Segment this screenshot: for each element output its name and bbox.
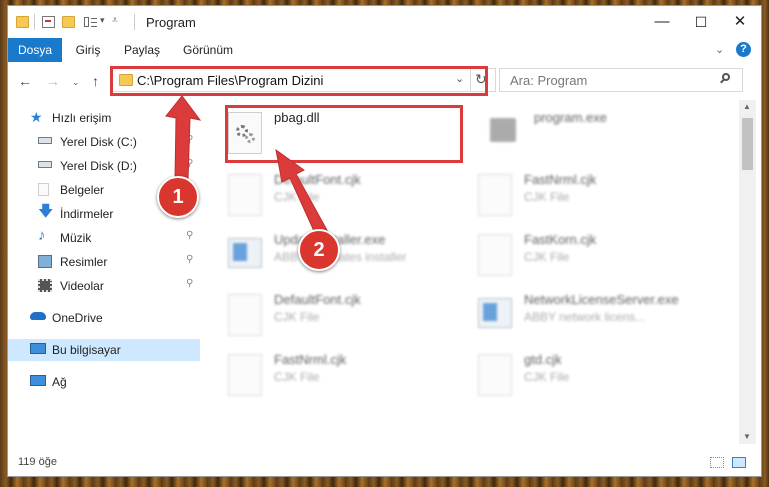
arrow-1 (165, 95, 202, 181)
step-badge-2: 2 (298, 229, 340, 271)
arrow-2 (275, 148, 329, 241)
step-badge-1: 1 (157, 176, 199, 218)
annotation-arrows (165, 95, 329, 241)
